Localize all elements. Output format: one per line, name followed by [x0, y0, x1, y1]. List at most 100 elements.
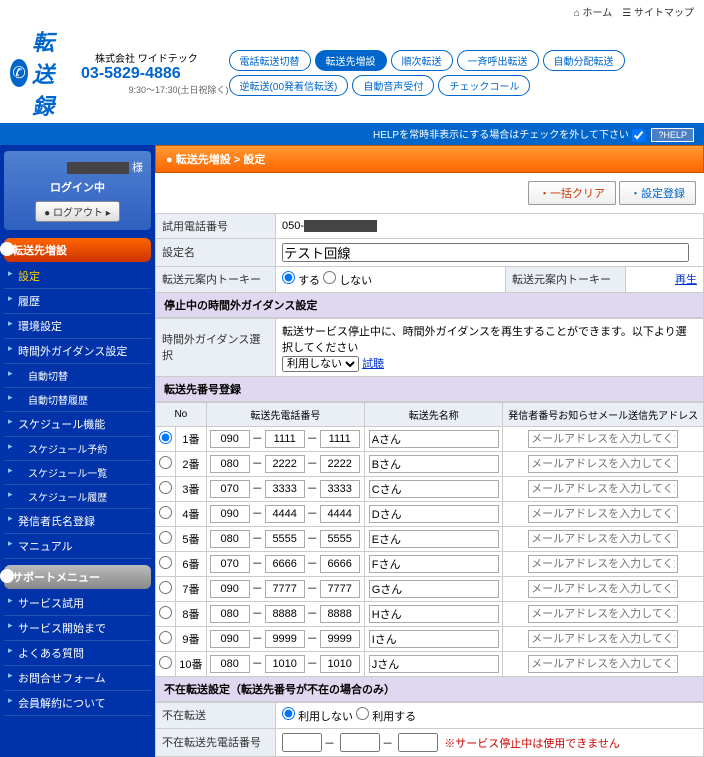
dest-name[interactable]: [369, 580, 499, 598]
phone-p1[interactable]: [210, 530, 250, 548]
phone-p3[interactable]: [320, 655, 360, 673]
phone-p3[interactable]: [320, 455, 360, 473]
absent-p1[interactable]: [282, 733, 322, 752]
phone-p3[interactable]: [320, 580, 360, 598]
phone-p2[interactable]: [265, 555, 305, 573]
dest-name[interactable]: [369, 605, 499, 623]
row-select[interactable]: [159, 431, 172, 444]
phone-p3[interactable]: [320, 430, 360, 448]
tab-4[interactable]: 自動分配転送: [543, 50, 625, 71]
absent-p3[interactable]: [398, 733, 438, 752]
phone-p2[interactable]: [265, 430, 305, 448]
phone-p2[interactable]: [265, 655, 305, 673]
nav-schedule-history[interactable]: スケジュール履歴: [4, 485, 151, 509]
talky-yes[interactable]: する: [282, 275, 320, 287]
nav-autoswitch[interactable]: 自動切替: [4, 364, 151, 388]
nav-faq[interactable]: よくある質問: [4, 641, 151, 666]
phone-p3[interactable]: [320, 605, 360, 623]
phone-p1[interactable]: [210, 605, 250, 623]
phone-p2[interactable]: [265, 455, 305, 473]
phone-p2[interactable]: [265, 630, 305, 648]
row-select[interactable]: [159, 606, 172, 619]
phone-p1[interactable]: [210, 505, 250, 523]
talky-no[interactable]: しない: [323, 275, 372, 287]
row-select[interactable]: [159, 531, 172, 544]
phone-p1[interactable]: [210, 630, 250, 648]
phone-p3[interactable]: [320, 505, 360, 523]
phone-p2[interactable]: [265, 480, 305, 498]
setting-name-input[interactable]: [282, 243, 689, 262]
dest-name[interactable]: [369, 505, 499, 523]
nav-schedule-list[interactable]: スケジュール一覧: [4, 461, 151, 485]
row-select[interactable]: [159, 581, 172, 594]
tab-1[interactable]: 転送先増設: [315, 50, 387, 71]
phone-p3[interactable]: [320, 555, 360, 573]
mail-input[interactable]: [528, 480, 678, 498]
dest-name[interactable]: [369, 630, 499, 648]
nav-env[interactable]: 環境設定: [4, 314, 151, 339]
phone-p3[interactable]: [320, 480, 360, 498]
nav-history[interactable]: 履歴: [4, 289, 151, 314]
phone-p2[interactable]: [265, 580, 305, 598]
mail-input[interactable]: [528, 555, 678, 573]
sitemap-link[interactable]: ☰ サイトマップ: [622, 4, 694, 19]
tab-6[interactable]: 自動音声受付: [352, 75, 434, 96]
guidance-select[interactable]: 利用しない: [282, 356, 359, 372]
tab-3[interactable]: 一斉呼出転送: [457, 50, 539, 71]
mail-input[interactable]: [528, 530, 678, 548]
row-select[interactable]: [159, 481, 172, 494]
clear-button[interactable]: ・一括クリア: [528, 181, 616, 205]
row-select[interactable]: [159, 556, 172, 569]
phone-p3[interactable]: [320, 630, 360, 648]
phone-p1[interactable]: [210, 480, 250, 498]
dest-name[interactable]: [369, 530, 499, 548]
mail-input[interactable]: [528, 580, 678, 598]
absent-on[interactable]: 利用する: [356, 711, 416, 723]
nav-manual[interactable]: マニュアル: [4, 534, 151, 559]
nav-schedule-reserve[interactable]: スケジュール予約: [4, 437, 151, 461]
absent-off[interactable]: 利用しない: [282, 711, 353, 723]
dest-name[interactable]: [369, 430, 499, 448]
mail-input[interactable]: [528, 455, 678, 473]
phone-p1[interactable]: [210, 455, 250, 473]
nav-schedule[interactable]: スケジュール機能: [4, 412, 151, 437]
absent-p2[interactable]: [340, 733, 380, 752]
phone-p1[interactable]: [210, 580, 250, 598]
save-button[interactable]: ・設定登録: [619, 181, 696, 205]
phone-p1[interactable]: [210, 555, 250, 573]
row-select[interactable]: [159, 506, 172, 519]
nav-cancel[interactable]: 会員解約について: [4, 691, 151, 716]
play-link[interactable]: 再生: [675, 274, 697, 286]
mail-input[interactable]: [528, 605, 678, 623]
phone-p2[interactable]: [265, 605, 305, 623]
dest-name[interactable]: [369, 480, 499, 498]
nav-caller-name[interactable]: 発信者氏名登録: [4, 509, 151, 534]
dest-name[interactable]: [369, 655, 499, 673]
home-link[interactable]: ⌂ ホーム: [574, 4, 613, 19]
row-select[interactable]: [159, 631, 172, 644]
nav-contact[interactable]: お問合せフォーム: [4, 666, 151, 691]
help-toggle[interactable]: [632, 129, 645, 142]
help-button[interactable]: ?HELP: [651, 128, 694, 142]
nav-trial[interactable]: サービス試用: [4, 591, 151, 616]
mail-input[interactable]: [528, 505, 678, 523]
row-select[interactable]: [159, 456, 172, 469]
tab-5[interactable]: 逆転送(00発着信転送): [229, 75, 349, 96]
listen-link[interactable]: 試聴: [362, 358, 384, 370]
nav-settings[interactable]: 設定: [4, 264, 151, 289]
dest-name[interactable]: [369, 455, 499, 473]
dest-name[interactable]: [369, 555, 499, 573]
logout-button[interactable]: ● ログアウト ▸: [35, 201, 120, 222]
phone-p2[interactable]: [265, 505, 305, 523]
mail-input[interactable]: [528, 430, 678, 448]
mail-input[interactable]: [528, 630, 678, 648]
phone-p3[interactable]: [320, 530, 360, 548]
tab-2[interactable]: 順次転送: [391, 50, 453, 71]
tab-0[interactable]: 電話転送切替: [229, 50, 311, 71]
nav-autoswitch-history[interactable]: 自動切替履歴: [4, 388, 151, 412]
phone-p1[interactable]: [210, 655, 250, 673]
phone-p1[interactable]: [210, 430, 250, 448]
mail-input[interactable]: [528, 655, 678, 673]
row-select[interactable]: [159, 656, 172, 669]
phone-p2[interactable]: [265, 530, 305, 548]
